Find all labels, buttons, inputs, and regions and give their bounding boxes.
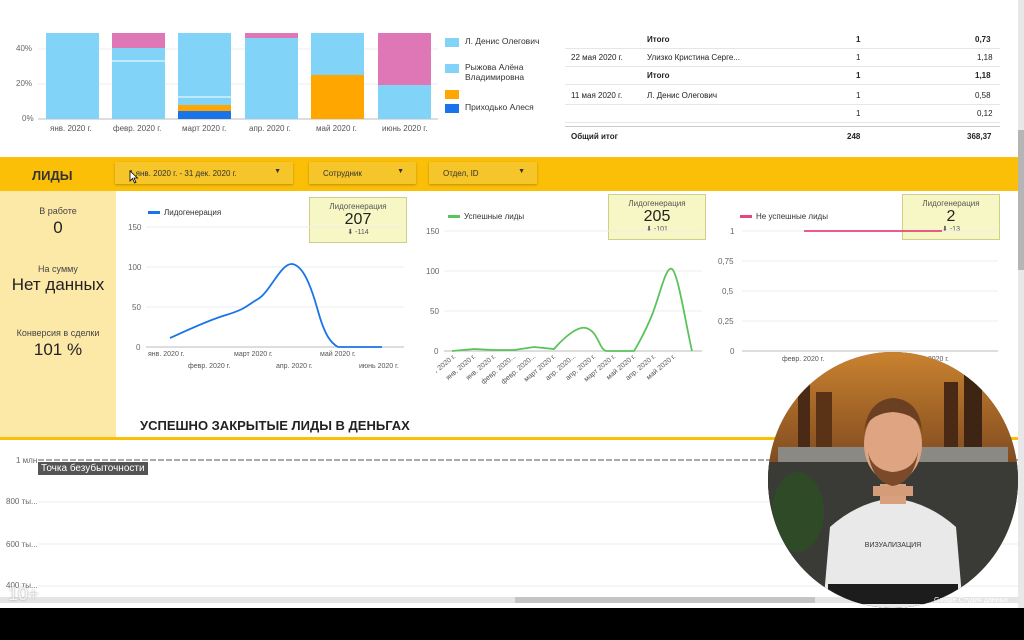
conversion-label: Конверсия в сделки (16, 328, 100, 338)
table-row: 1 0,12 (565, 104, 1000, 123)
y-tick: 0 (730, 347, 735, 356)
x-label: февр. 2020 г. (782, 356, 825, 363)
x-label: март 2020 г. (234, 351, 273, 358)
legend-swatch (740, 215, 752, 219)
x-label: янв. 2020 г. (148, 351, 185, 358)
date-range-filter[interactable]: 1 янв. 2020 г. - 31 дек. 2020 г. ▼ (115, 162, 293, 184)
webcam-caption: Google Студия данных (934, 597, 1009, 604)
y-tick: 0 (136, 343, 141, 352)
unsuccessful-leads-line-plot (742, 230, 998, 352)
table-row: 11 мая 2020 г. Л. Денис Олегович 1 0,58 (565, 86, 1000, 105)
scorecard-value: 205 (643, 208, 671, 225)
conversion-value: 101 % (33, 340, 83, 359)
successful-leads-line-plot (444, 230, 702, 352)
successful-leads-line (451, 268, 693, 352)
y-tick: 1 млн (16, 456, 38, 465)
dashboard-frame: 40% 20% 0% янв. 2020 г. февр. 2020 г. ма… (0, 0, 1024, 608)
chevron-down-icon: ▼ (274, 168, 281, 175)
table-total-row: Общий итог 248 368,37 (565, 126, 1000, 145)
scorecard-value: 2 (946, 208, 956, 225)
scorecard-label: Лидогенерация (329, 202, 387, 211)
x-label: июнь 2020 г. (359, 363, 399, 370)
y-tick: 0,75 (718, 257, 734, 266)
in-work-value: 0 (53, 218, 63, 237)
unsuccessful-leads-chart: Не успешные лиды Лидогенерация 2 ⬇ -13 1… (712, 191, 1012, 371)
section-title: УСПЕШНО ЗАКРЫТЫЕ ЛИДЫ В ДЕНЬГАХ (140, 418, 410, 433)
watermark-text: 10+ (8, 584, 39, 604)
webcam-overlay: ВИЗУАЛИЗАЦИЯ (768, 352, 1018, 608)
date-range-value: 1 янв. 2020 г. - 31 дек. 2020 г. (129, 169, 237, 178)
y-tick: 50 (132, 303, 141, 312)
chart-legend: Успешные лиды (448, 212, 524, 221)
y-tick: 150 (128, 223, 142, 232)
chart-legend: Не успешные лиды (740, 212, 828, 221)
y-tick: 800 ты... (6, 497, 38, 506)
leads-title: ЛИДЫ (32, 168, 73, 183)
y-tick: 50 (430, 307, 439, 316)
department-filter[interactable]: Отдел, ID ▼ (429, 162, 537, 184)
table-row: Итого 1 0,73 (565, 30, 1000, 49)
chart-legend: Лидогенерация (148, 208, 221, 217)
scrollbar-thumb[interactable] (1018, 130, 1024, 270)
employee-filter[interactable]: Сотрудник ▼ (309, 162, 416, 184)
svg-text:ВИЗУАЛИЗАЦИЯ: ВИЗУАЛИЗАЦИЯ (865, 542, 921, 549)
sum-label: На сумму (38, 264, 78, 274)
vertical-scrollbar[interactable] (1018, 0, 1024, 608)
legend-swatch (448, 215, 460, 219)
x-label: май 2020 г. (320, 351, 356, 358)
leads-line-plot (146, 226, 404, 348)
scorecard-label: Лидогенерация (922, 199, 980, 208)
x-label: апр. 2020 г. (276, 363, 313, 370)
y-tick: 100 (128, 263, 142, 272)
y-tick: 1 (730, 227, 735, 236)
y-tick: 100 (426, 267, 440, 276)
y-tick: 0,25 (718, 317, 734, 326)
summary-table: Итого 1 0,73 22 мая 2020 г. Улизко Крист… (0, 0, 1010, 150)
leads-chart: Лидогенерация Лидогенерация 207 ⬇ -114 1… (116, 191, 411, 381)
x-labels-rotated: март 2020 г. янв. 2020 г. янв. 2020 г. ф… (436, 352, 677, 386)
mouse-cursor-icon (129, 170, 139, 184)
horizontal-scrollbar-thumb[interactable] (515, 597, 815, 603)
sum-value: Нет данных (11, 275, 105, 294)
scorecard-label: Лидогенерация (628, 199, 686, 208)
in-work-label: В работе (39, 206, 77, 216)
leads-line (169, 263, 382, 348)
breakeven-label: Точка безубыточности (38, 462, 148, 475)
table-row: 22 мая 2020 г. Улизко Кристина Серге... … (565, 48, 1000, 67)
presenter-video: ВИЗУАЛИЗАЦИЯ (768, 352, 1018, 608)
chevron-down-icon: ▼ (518, 168, 525, 175)
table-row: Итого 1 1,18 (565, 66, 1000, 85)
successful-leads-chart: Успешные лиды Лидогенерация 205 ⬇ -101 1… (416, 191, 712, 391)
chevron-down-icon: ▼ (397, 168, 404, 175)
y-tick: 600 ты... (6, 540, 38, 549)
department-filter-label: Отдел, ID (443, 169, 479, 178)
x-label: февр. 2020 г. (188, 363, 231, 370)
y-tick: 150 (426, 227, 440, 236)
employee-filter-label: Сотрудник (323, 169, 362, 178)
legend-swatch (148, 211, 160, 215)
y-tick: 0,5 (722, 287, 734, 296)
